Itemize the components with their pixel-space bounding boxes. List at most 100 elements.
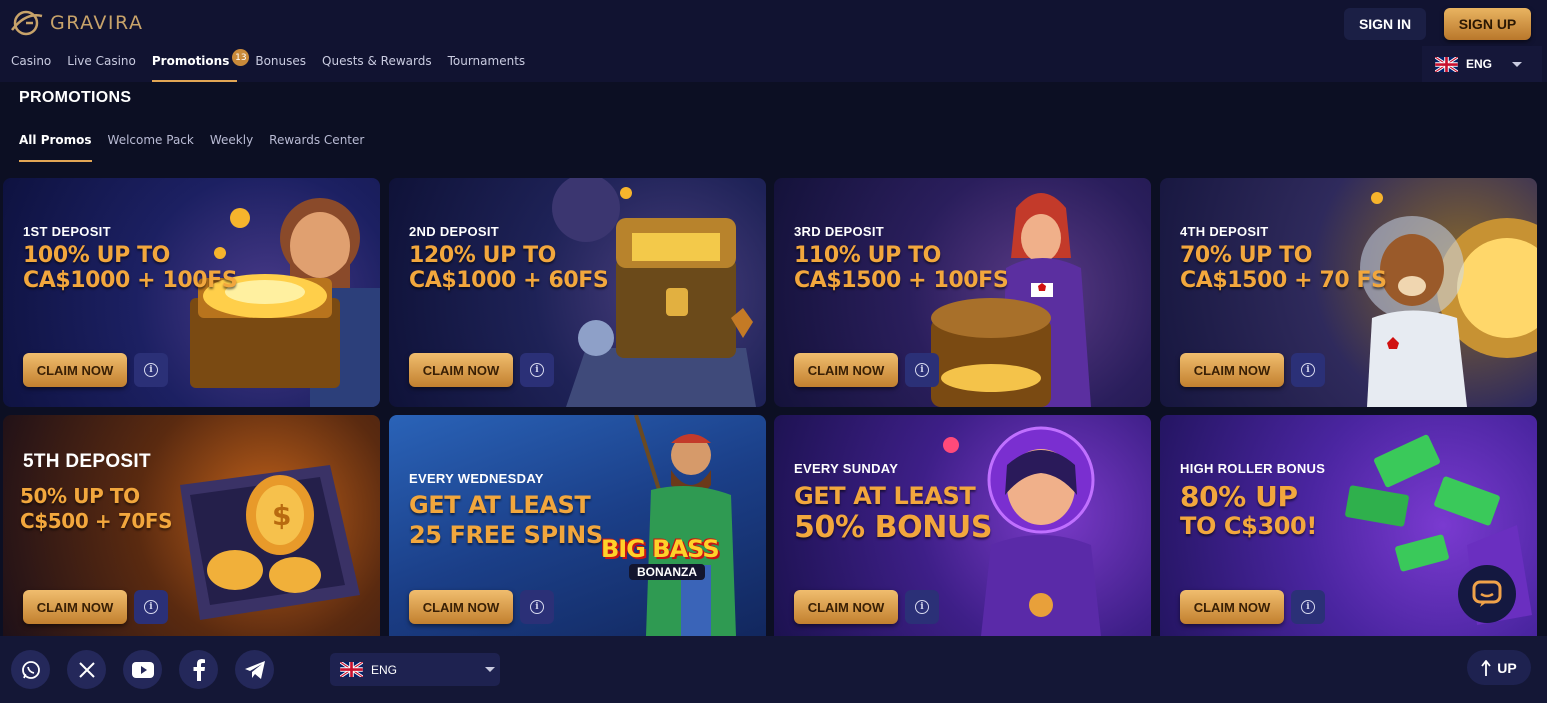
nav-promotions-label: Promotions (151, 54, 230, 68)
promotions-count-badge: 13 (232, 49, 250, 66)
uk-flag-icon (1435, 56, 1458, 72)
promo-offer-line1: 120% UP TO (409, 243, 556, 268)
youtube-icon (131, 661, 154, 678)
nav-casino[interactable]: Casino (11, 50, 51, 82)
promo-card-5th-deposit[interactable]: $ 5TH DEPOSIT 50% UP TO C$500 + 70FS CLA… (3, 415, 380, 636)
promo-offer-line2: CA$1500 + 100FS (794, 268, 1009, 293)
uk-flag-icon (340, 662, 363, 677)
promo-label: 5TH DEPOSIT (23, 451, 151, 472)
tab-rewards-center[interactable]: Rewards Center (269, 133, 364, 162)
telegram-icon (244, 660, 265, 679)
tab-welcome-pack[interactable]: Welcome Pack (108, 133, 194, 162)
logo-text-line1: BIG BASS (601, 535, 720, 563)
nav-live-casino[interactable]: Live Casino (67, 50, 136, 82)
language-label: ENG (1466, 57, 1493, 71)
sign-up-button[interactable]: SIGN UP (1444, 8, 1531, 40)
gravira-logo-icon (11, 10, 43, 36)
info-icon: i (1301, 600, 1315, 614)
promo-card-4th-deposit[interactable]: 4TH DEPOSIT 70% UP TO CA$1500 + 70 FS CL… (1160, 178, 1537, 407)
promo-offer-line1: 110% UP TO (794, 243, 941, 268)
x-link[interactable] (67, 650, 106, 689)
promo-card-1st-deposit[interactable]: 1ST DEPOSIT 100% UP TO CA$1000 + 100FS C… (3, 178, 380, 407)
brand-name: GRAVIRA (50, 12, 144, 34)
promo-card-3rd-deposit[interactable]: 3RD DEPOSIT 110% UP TO CA$1500 + 100FS C… (774, 178, 1151, 407)
info-icon: i (530, 363, 544, 377)
promo-label: 3RD DEPOSIT (794, 224, 884, 239)
claim-now-button[interactable]: CLAIM NOW (409, 353, 513, 387)
promo-tabs: All Promos Welcome Pack Weekly Rewards C… (19, 133, 380, 162)
nav-bonuses[interactable]: Bonuses (255, 50, 306, 82)
promo-info-button[interactable]: i (905, 590, 939, 624)
footer-language-label: ENG (371, 662, 398, 677)
big-bass-bonanza-logo: BIG BASS BONANZA (601, 535, 751, 593)
promo-info-button[interactable]: i (134, 353, 168, 387)
promo-offer-line1: 50% UP TO (20, 484, 140, 508)
promo-info-button[interactable]: i (134, 590, 168, 624)
promo-offer-line2: CA$1000 + 60FS (409, 268, 609, 293)
promo-info-button[interactable]: i (905, 353, 939, 387)
promo-card-every-wednesday[interactable]: BIG BASS BONANZA EVERY WEDNESDAY GET AT … (389, 415, 766, 636)
promo-info-button[interactable]: i (1291, 353, 1325, 387)
promo-info-button[interactable]: i (520, 590, 554, 624)
live-chat-button[interactable] (1458, 565, 1516, 623)
nav-quests-rewards[interactable]: Quests & Rewards (322, 50, 432, 82)
promo-label: EVERY WEDNESDAY (409, 471, 544, 486)
scroll-to-top-label: UP (1497, 659, 1517, 676)
top-header: GRAVIRA Casino Live Casino Promotions 13… (0, 0, 1547, 82)
promo-offer-line1: GET AT LEAST (794, 482, 976, 510)
promo-offer-line1: 70% UP TO (1180, 243, 1313, 268)
promo-info-button[interactable]: i (520, 353, 554, 387)
info-icon: i (144, 363, 158, 377)
claim-now-button[interactable]: CLAIM NOW (1180, 590, 1284, 624)
promo-label: 1ST DEPOSIT (23, 224, 111, 239)
claim-now-button[interactable]: CLAIM NOW (794, 590, 898, 624)
promo-card-2nd-deposit[interactable]: 2ND DEPOSIT 120% UP TO CA$1000 + 60FS CL… (389, 178, 766, 407)
tab-all-promos[interactable]: All Promos (19, 133, 92, 162)
claim-now-button[interactable]: CLAIM NOW (1180, 353, 1284, 387)
info-icon: i (915, 363, 929, 377)
promo-label: 2ND DEPOSIT (409, 224, 499, 239)
x-icon (78, 661, 95, 678)
footer-language-selector[interactable]: ENG (330, 653, 500, 686)
whatsapp-link[interactable] (11, 650, 50, 689)
promo-card-every-sunday[interactable]: EVERY SUNDAY GET AT LEAST 50% BONUS CLAI… (774, 415, 1151, 636)
sign-in-button[interactable]: SIGN IN (1344, 8, 1426, 40)
promo-offer-line2: C$500 + 70FS (20, 509, 173, 533)
chevron-down-icon (1512, 61, 1523, 67)
page-title: PROMOTIONS (19, 89, 132, 106)
info-icon: i (1301, 363, 1315, 377)
info-icon: i (915, 600, 929, 614)
brand-logo[interactable]: GRAVIRA (10, 8, 143, 38)
promo-label: HIGH ROLLER BONUS (1180, 461, 1326, 476)
promo-info-button[interactable]: i (1291, 590, 1325, 624)
promo-offer-line1: 100% UP TO (23, 243, 170, 268)
logo-text-line2: BONANZA (629, 564, 705, 580)
whatsapp-icon (21, 660, 40, 679)
language-selector[interactable]: ENG (1422, 46, 1542, 82)
arrow-up-icon (1481, 659, 1491, 676)
facebook-icon (193, 658, 205, 681)
scroll-to-top-button[interactable]: UP (1467, 650, 1531, 685)
footer-bar: ENG UP (0, 636, 1547, 703)
promo-label: 4TH DEPOSIT (1180, 224, 1269, 239)
info-icon: i (530, 600, 544, 614)
promo-offer-line2: 50% BONUS (794, 510, 993, 545)
youtube-link[interactable] (123, 650, 162, 689)
claim-now-button[interactable]: CLAIM NOW (23, 590, 127, 624)
svg-text:$: $ (272, 499, 291, 532)
promo-offer-line1: 80% UP (1180, 480, 1298, 513)
telegram-link[interactable] (235, 650, 274, 689)
coin-suitcase-illustration: $ (180, 465, 360, 620)
chevron-down-icon (485, 667, 496, 672)
claim-now-button[interactable]: CLAIM NOW (409, 590, 513, 624)
tab-weekly[interactable]: Weekly (210, 133, 253, 162)
promo-label: EVERY SUNDAY (794, 461, 899, 476)
nav-promotions[interactable]: Promotions 13 (151, 49, 250, 82)
claim-now-button[interactable]: CLAIM NOW (794, 353, 898, 387)
promo-offer-line2: TO C$300! (1180, 512, 1317, 540)
facebook-link[interactable] (179, 650, 218, 689)
nav-tournaments[interactable]: Tournaments (448, 50, 526, 82)
claim-now-button[interactable]: CLAIM NOW (23, 353, 127, 387)
promo-offer-line2: 25 FREE SPINS (409, 521, 603, 549)
info-icon: i (144, 600, 158, 614)
